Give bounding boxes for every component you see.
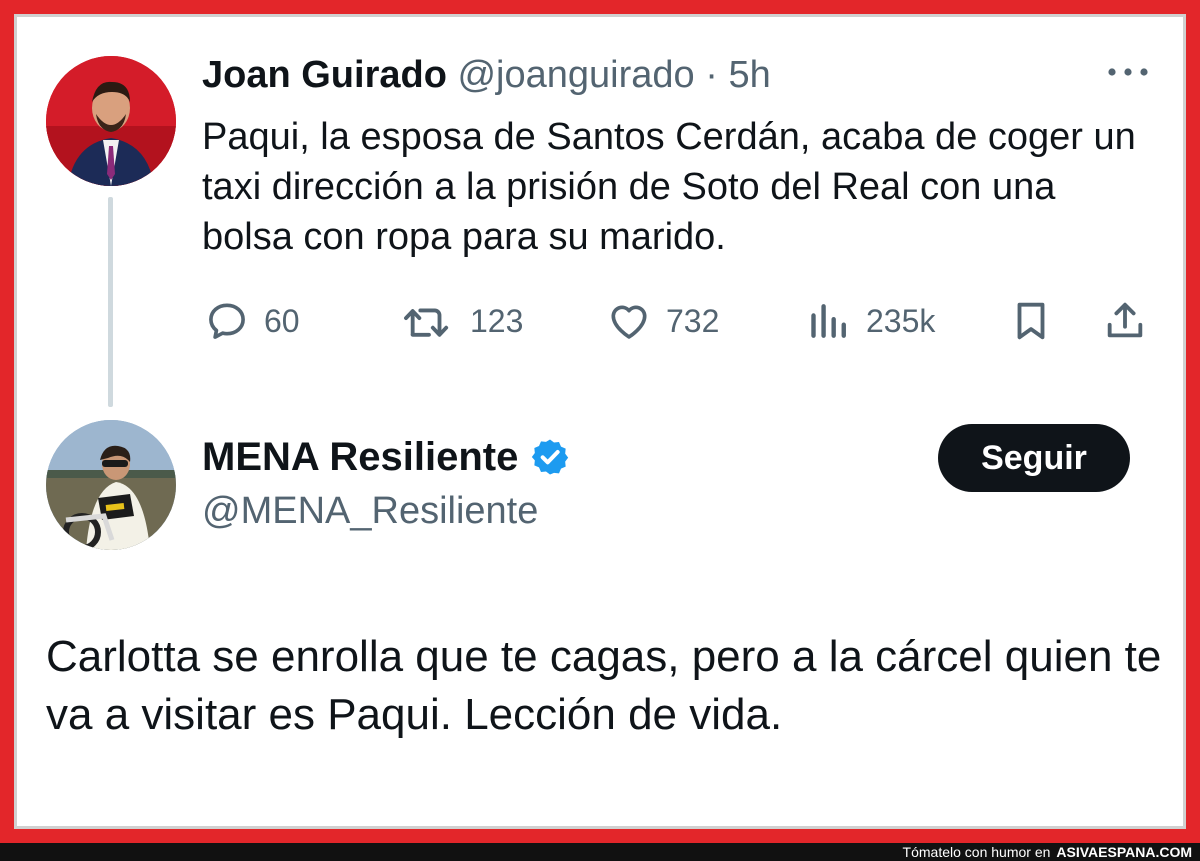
tweet1-time[interactable]: 5h — [728, 54, 770, 96]
thread-connector-line — [108, 197, 113, 407]
reply-icon — [209, 303, 245, 339]
retweet-icon — [404, 308, 449, 337]
tweet2-author[interactable]: MENA Resiliente — [202, 432, 570, 482]
avatar-photo-2 — [46, 420, 176, 550]
tweet1-header: Joan Guirado @joanguirado · 5h — [202, 52, 771, 98]
bookmark-icon — [1017, 302, 1045, 340]
footer-site-link[interactable]: ASIVAESPANA.COM — [1056, 844, 1192, 860]
follow-button[interactable]: Seguir — [938, 424, 1130, 492]
share-icon — [1107, 302, 1143, 338]
avatar-joan-guirado[interactable] — [46, 56, 176, 186]
tweet2-author-name[interactable]: MENA Resiliente — [202, 432, 518, 482]
like-button[interactable]: 732 — [606, 298, 719, 344]
reply-count: 60 — [264, 302, 300, 339]
tweet1-text: Paqui, la esposa de Santos Cerdán, acaba… — [202, 116, 1136, 258]
retweet-count: 123 — [470, 302, 524, 339]
tweet2-handle[interactable]: @MENA_Resiliente — [202, 486, 538, 536]
like-count: 732 — [666, 302, 720, 339]
reply-button[interactable]: 60 — [204, 298, 300, 344]
share-button[interactable] — [1102, 298, 1148, 344]
avatar-mena-resiliente[interactable] — [46, 420, 176, 550]
views-icon — [811, 304, 846, 338]
like-icon — [611, 305, 647, 339]
footer-caption: Tómatelo con humor en — [902, 844, 1051, 860]
footer-bar: Tómatelo con humor en ASIVAESPANA.COM — [0, 843, 1200, 861]
views-count: 235k — [866, 302, 936, 339]
tweet1-separator: · — [705, 54, 718, 96]
tweet1-handle[interactable]: @joanguirado — [457, 54, 694, 96]
verified-badge-icon — [532, 439, 569, 475]
more-icon[interactable] — [1104, 62, 1152, 82]
tweet1-author-name[interactable]: Joan Guirado — [202, 54, 447, 96]
avatar-photo-1 — [46, 56, 176, 186]
bookmark-button[interactable] — [1008, 298, 1054, 344]
views-button[interactable]: 235k — [808, 298, 935, 344]
tweet2-text: Carlotta se enrolla que te cagas, pero a… — [46, 632, 1162, 739]
retweet-button[interactable]: 123 — [400, 298, 523, 344]
